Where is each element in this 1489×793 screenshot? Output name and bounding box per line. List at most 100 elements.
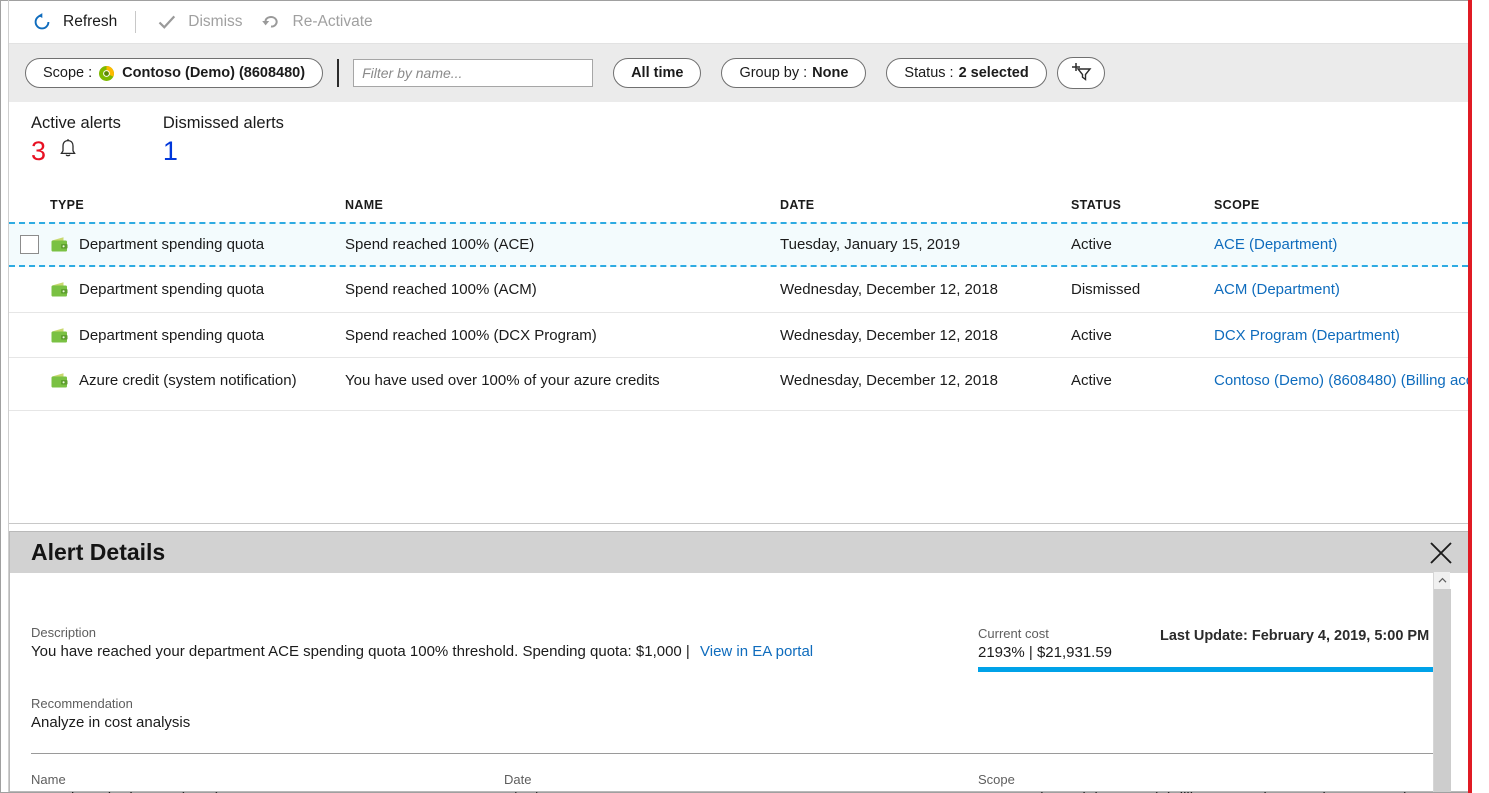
alert-details-body: Description You have reached your depart… — [10, 573, 1468, 791]
cell-date: Wednesday, December 12, 2018 — [780, 281, 1071, 298]
description-label: Description — [31, 624, 813, 641]
scope-picker-value: Contoso (Demo) (8608480) — [122, 65, 305, 81]
cell-scope-link[interactable]: Contoso (Demo) (8608480) (Billing accou — [1214, 372, 1468, 389]
current-cost-progress-track — [978, 667, 1440, 672]
table-row[interactable]: Department spending quota Spend reached … — [9, 222, 1468, 267]
dismissed-alerts-label: Dismissed alerts — [163, 112, 284, 134]
command-bar: Refresh Dismiss Re-Activate — [9, 1, 1468, 44]
refresh-label: Refresh — [63, 13, 117, 31]
alert-scope-block: Scope Contoso (Demo) (8608480) (BillingA… — [978, 771, 1409, 793]
scroll-up-icon[interactable] — [1434, 572, 1450, 589]
command-separator — [135, 11, 136, 33]
cell-status: Dismissed — [1071, 281, 1214, 298]
refresh-icon — [29, 9, 55, 35]
reactivate-button[interactable]: Re-Activate — [255, 1, 385, 43]
column-header-type[interactable]: TYPE — [50, 198, 345, 212]
alert-details-title: Alert Details — [31, 539, 165, 566]
scope-picker[interactable]: Scope : Contoso (Demo) (8608480) — [25, 58, 323, 88]
status-filter-label: Status : — [904, 65, 953, 81]
cell-scope-link[interactable]: ACM (Department) — [1214, 281, 1468, 298]
reactivate-label: Re-Activate — [293, 13, 373, 31]
table-bottom-border — [9, 523, 1468, 524]
cell-type: Department spending quota — [50, 281, 345, 298]
cell-type-label: Azure credit (system notification) — [79, 372, 297, 389]
column-header-date[interactable]: DATE — [780, 198, 1071, 212]
cell-type-label: Department spending quota — [79, 327, 264, 344]
alert-name-value: Spend reached 100% (ACE) — [31, 788, 220, 793]
row-checkbox-cell — [9, 235, 50, 254]
filter-bar: Scope : Contoso (Demo) (8608480) All tim… — [9, 44, 1468, 102]
billing-account-icon — [98, 65, 115, 82]
alert-date-block: Date 1/15/2019, 5:02:51 PM — [504, 771, 656, 793]
current-cost-progress-fill — [978, 667, 1440, 672]
view-in-ea-portal-link[interactable]: View in EA portal — [700, 643, 813, 660]
time-range-filter[interactable]: All time — [613, 58, 701, 88]
table-header-row: TYPE NAME DATE STATUS SCOPE — [9, 190, 1468, 222]
cell-scope-link[interactable]: ACE (Department) — [1214, 236, 1468, 253]
details-scrollbar[interactable] — [1433, 572, 1450, 792]
cell-name: You have used over 100% of your azure cr… — [345, 372, 780, 389]
cell-name: Spend reached 100% (ACM) — [345, 281, 780, 298]
cell-type-label: Department spending quota — [79, 281, 264, 298]
row-checkbox[interactable] — [20, 235, 39, 254]
status-filter[interactable]: Status : 2 selected — [886, 58, 1046, 88]
refresh-button[interactable]: Refresh — [25, 1, 129, 43]
alert-date-value: 1/15/2019, 5:02:51 PM — [504, 788, 656, 793]
cell-scope-link[interactable]: DCX Program (Department) — [1214, 327, 1468, 344]
bell-icon — [58, 138, 78, 165]
time-range-value: All time — [631, 65, 683, 81]
description-text: You have reached your department ACE spe… — [31, 643, 690, 660]
status-filter-value: 2 selected — [959, 65, 1029, 81]
cost-alerts-page: Refresh Dismiss Re-Activate Scope : — [0, 0, 1489, 793]
analyze-in-cost-analysis-link[interactable]: Analyze in cost analysis — [31, 712, 190, 733]
dismissed-alerts-summary: Dismissed alerts 1 — [163, 112, 284, 166]
cell-type: Azure credit (system notification) — [50, 372, 345, 389]
cell-name: Spend reached 100% (ACE) — [345, 236, 780, 253]
spending-quota-icon — [50, 236, 69, 253]
search-input[interactable] — [353, 59, 593, 87]
column-header-scope[interactable]: SCOPE — [1214, 198, 1468, 212]
alert-name-label: Name — [31, 771, 220, 788]
recommendation-label: Recommendation — [31, 695, 190, 712]
column-header-status[interactable]: STATUS — [1071, 198, 1214, 212]
scope-picker-label: Scope : — [43, 65, 92, 81]
last-update-text: Last Update: February 4, 2019, 5:00 PM — [1160, 628, 1429, 644]
cell-status: Active — [1071, 327, 1214, 344]
spending-quota-icon — [50, 327, 69, 344]
dismissed-alerts-count: 1 — [163, 136, 178, 166]
alert-details-header: Alert Details — [10, 532, 1468, 573]
alert-scope-label: Scope — [978, 771, 1409, 788]
table-empty-area — [9, 410, 1468, 522]
description-block: Description You have reached your depart… — [31, 624, 813, 662]
alert-summary: Active alerts 3 Dismissed alerts 1 — [31, 112, 326, 166]
group-by-label: Group by : — [739, 65, 807, 81]
dismiss-button[interactable]: Dismiss — [150, 1, 254, 43]
alert-date-label: Date — [504, 771, 656, 788]
spending-quota-icon — [50, 281, 69, 298]
group-by-filter[interactable]: Group by : None — [721, 58, 866, 88]
cell-status: Active — [1071, 372, 1214, 389]
cell-date: Tuesday, January 15, 2019 — [780, 236, 1071, 253]
table-row[interactable]: Azure credit (system notification) You h… — [9, 357, 1468, 402]
alert-scope-value: Contoso (Demo) (8608480) (BillingAccount… — [978, 788, 1409, 793]
add-filter-button[interactable] — [1057, 57, 1105, 89]
description-text-row: You have reached your department ACE spe… — [31, 641, 813, 662]
azure-credit-icon — [50, 372, 69, 389]
table-row[interactable]: Department spending quota Spend reached … — [9, 312, 1468, 357]
dismiss-label: Dismiss — [188, 13, 242, 31]
close-icon[interactable] — [1424, 536, 1458, 570]
add-filter-icon — [1066, 60, 1096, 86]
alert-name-block: Name Spend reached 100% (ACE) — [31, 771, 220, 793]
column-header-name[interactable]: NAME — [345, 198, 780, 212]
page-right-gutter — [1472, 0, 1489, 793]
details-scrollbar-thumb[interactable] — [1434, 589, 1451, 792]
details-divider — [31, 753, 1442, 754]
undo-icon — [259, 9, 285, 35]
check-icon — [154, 9, 180, 35]
current-cost-value: 2193% | $21,931.59 — [978, 642, 1443, 663]
filter-bar-divider — [337, 59, 339, 87]
table-row[interactable]: Department spending quota Spend reached … — [9, 267, 1468, 312]
cell-name: Spend reached 100% (DCX Program) — [345, 327, 780, 344]
group-by-value: None — [812, 65, 848, 81]
cell-type: Department spending quota — [50, 327, 345, 344]
